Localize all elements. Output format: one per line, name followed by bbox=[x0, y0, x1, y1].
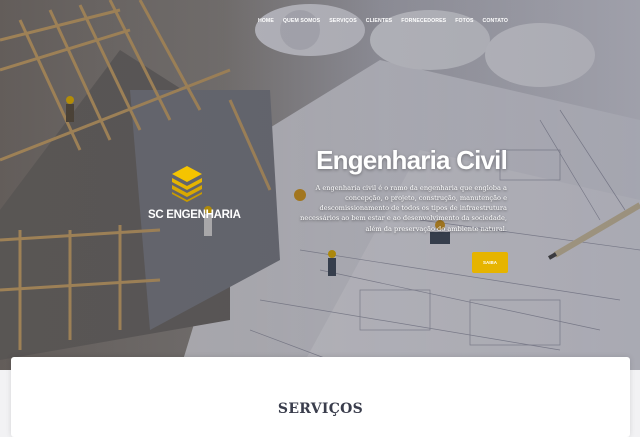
nav-item-contato[interactable]: CONTATO bbox=[483, 18, 508, 24]
hero-title: Engenharia Civil bbox=[316, 145, 508, 176]
nav-item-clientes[interactable]: CLIENTES bbox=[366, 18, 392, 24]
brand-name: SC ENGENHARIA bbox=[148, 209, 241, 221]
services-section: SERVIÇOS bbox=[11, 357, 630, 437]
nav-item-servicos[interactable]: SERVIÇOS bbox=[329, 18, 357, 24]
nav-item-home[interactable]: HOME bbox=[258, 18, 274, 24]
saiba-button[interactable]: SAIBA bbox=[472, 252, 508, 273]
stacked-blocks-icon bbox=[172, 166, 202, 202]
nav-item-fornecedores[interactable]: FORNECEDORES bbox=[401, 18, 446, 24]
services-title: SERVIÇOS bbox=[277, 401, 364, 417]
hero-banner: HOME QUEM SOMOS SERVIÇOS CLIENTES FORNEC… bbox=[0, 0, 640, 370]
hero-description: A engenharia civil é o ramo da engenhari… bbox=[300, 183, 507, 233]
main-nav: HOME QUEM SOMOS SERVIÇOS CLIENTES FORNEC… bbox=[258, 18, 508, 24]
nav-item-fotos[interactable]: FOTOS bbox=[455, 18, 473, 24]
nav-item-quem-somos[interactable]: QUEM SOMOS bbox=[283, 18, 320, 24]
brand-logo[interactable]: SC ENGENHARIA bbox=[148, 166, 241, 221]
